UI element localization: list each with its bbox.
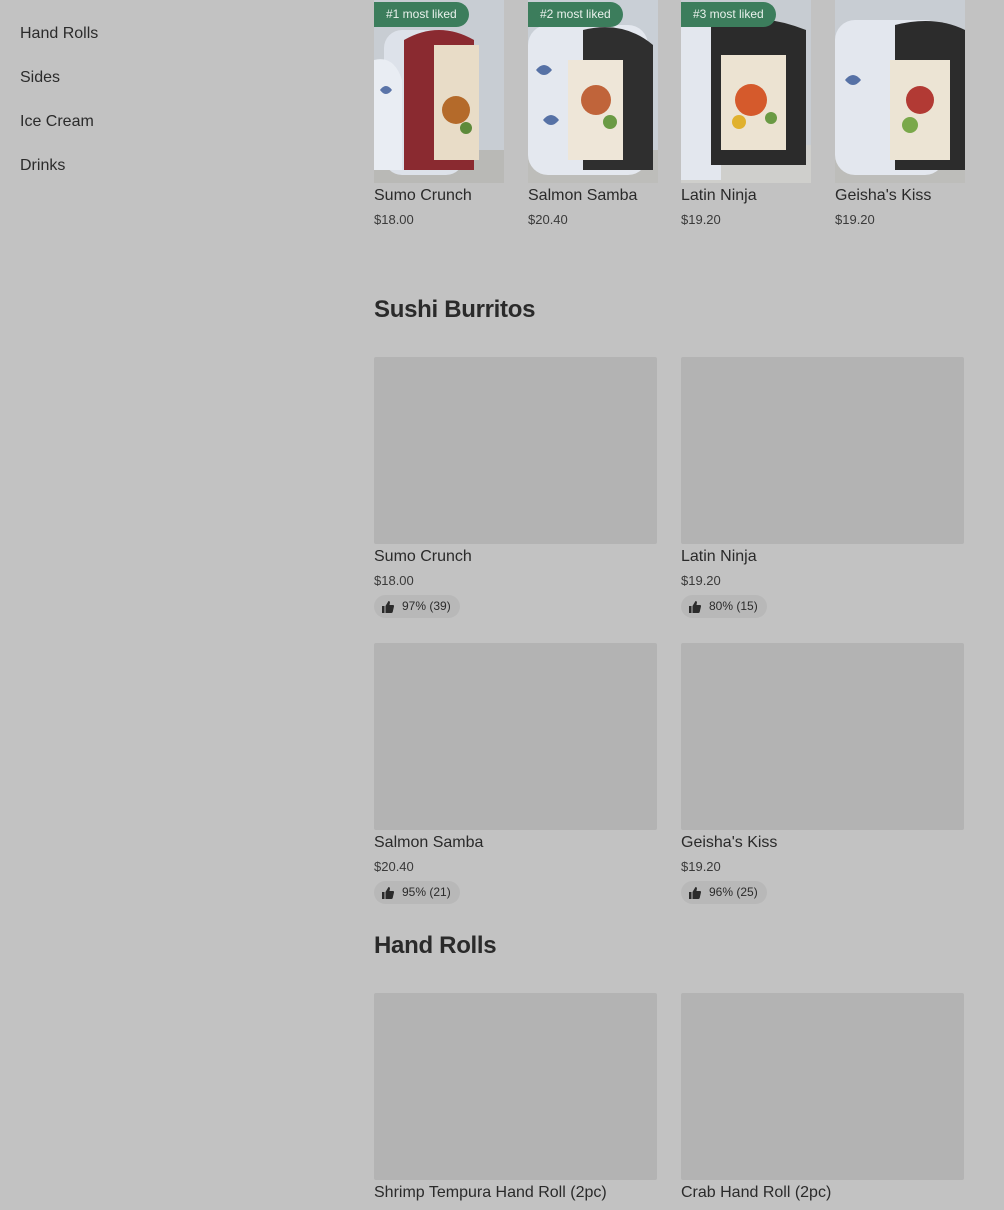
rating-badge: 95% (21) <box>374 881 460 904</box>
rating-badge: 96% (25) <box>681 881 767 904</box>
menu-item-image-placeholder <box>681 643 964 830</box>
most-liked-badge: #2 most liked <box>528 2 623 27</box>
rating-text: 80% (15) <box>709 599 758 613</box>
featured-item-name: Geisha's Kiss <box>835 187 932 204</box>
featured-item-image <box>528 0 658 183</box>
thumbs-up-icon <box>382 886 394 899</box>
sidebar-item-sides[interactable]: Sides <box>20 69 60 87</box>
menu-item-name: Latin Ninja <box>681 548 757 565</box>
featured-item-name: Sumo Crunch <box>374 187 472 204</box>
rating-badge: 80% (15) <box>681 595 767 618</box>
featured-item-image <box>835 0 965 183</box>
menu-item-name: Shrimp Tempura Hand Roll (2pc) <box>374 1184 607 1201</box>
rating-text: 96% (25) <box>709 885 758 899</box>
thumbs-up-icon <box>382 600 394 613</box>
featured-item-name: Latin Ninja <box>681 187 757 204</box>
menu-item-name: Crab Hand Roll (2pc) <box>681 1184 832 1201</box>
featured-item-image <box>681 0 811 183</box>
menu-item-name: Geisha's Kiss <box>681 834 778 851</box>
menu-item-image-placeholder <box>374 643 657 830</box>
menu-item-price: $18.00 <box>374 573 414 588</box>
section-title-sushi-burritos: Sushi Burritos <box>374 296 536 323</box>
menu-item-price: $19.20 <box>681 859 721 874</box>
rating-text: 97% (39) <box>402 599 451 613</box>
featured-item-price: $19.20 <box>835 212 875 227</box>
rating-badge: 97% (39) <box>374 595 460 618</box>
menu-item-name: Sumo Crunch <box>374 548 472 565</box>
featured-item-image <box>374 0 504 183</box>
featured-item-price: $19.20 <box>681 212 721 227</box>
thumbs-up-icon <box>689 886 701 899</box>
menu-item-image-placeholder <box>374 993 657 1180</box>
menu-item-price: $20.40 <box>374 859 414 874</box>
sidebar-item-drinks[interactable]: Drinks <box>20 157 65 175</box>
thumbs-up-icon <box>689 600 701 613</box>
section-title-hand-rolls: Hand Rolls <box>374 932 497 959</box>
sidebar-item-hand-rolls[interactable]: Hand Rolls <box>20 25 98 43</box>
featured-item-price: $20.40 <box>528 212 568 227</box>
menu-item-image-placeholder <box>681 993 964 1180</box>
sidebar-item-ice-cream[interactable]: Ice Cream <box>20 113 94 131</box>
menu-item-price: $19.20 <box>681 573 721 588</box>
rating-text: 95% (21) <box>402 885 451 899</box>
most-liked-badge: #3 most liked <box>681 2 776 27</box>
featured-item-price: $18.00 <box>374 212 414 227</box>
featured-item-name: Salmon Samba <box>528 187 638 204</box>
menu-item-image-placeholder <box>374 357 657 544</box>
menu-item-name: Salmon Samba <box>374 834 484 851</box>
menu-item-image-placeholder <box>681 357 964 544</box>
most-liked-badge: #1 most liked <box>374 2 469 27</box>
